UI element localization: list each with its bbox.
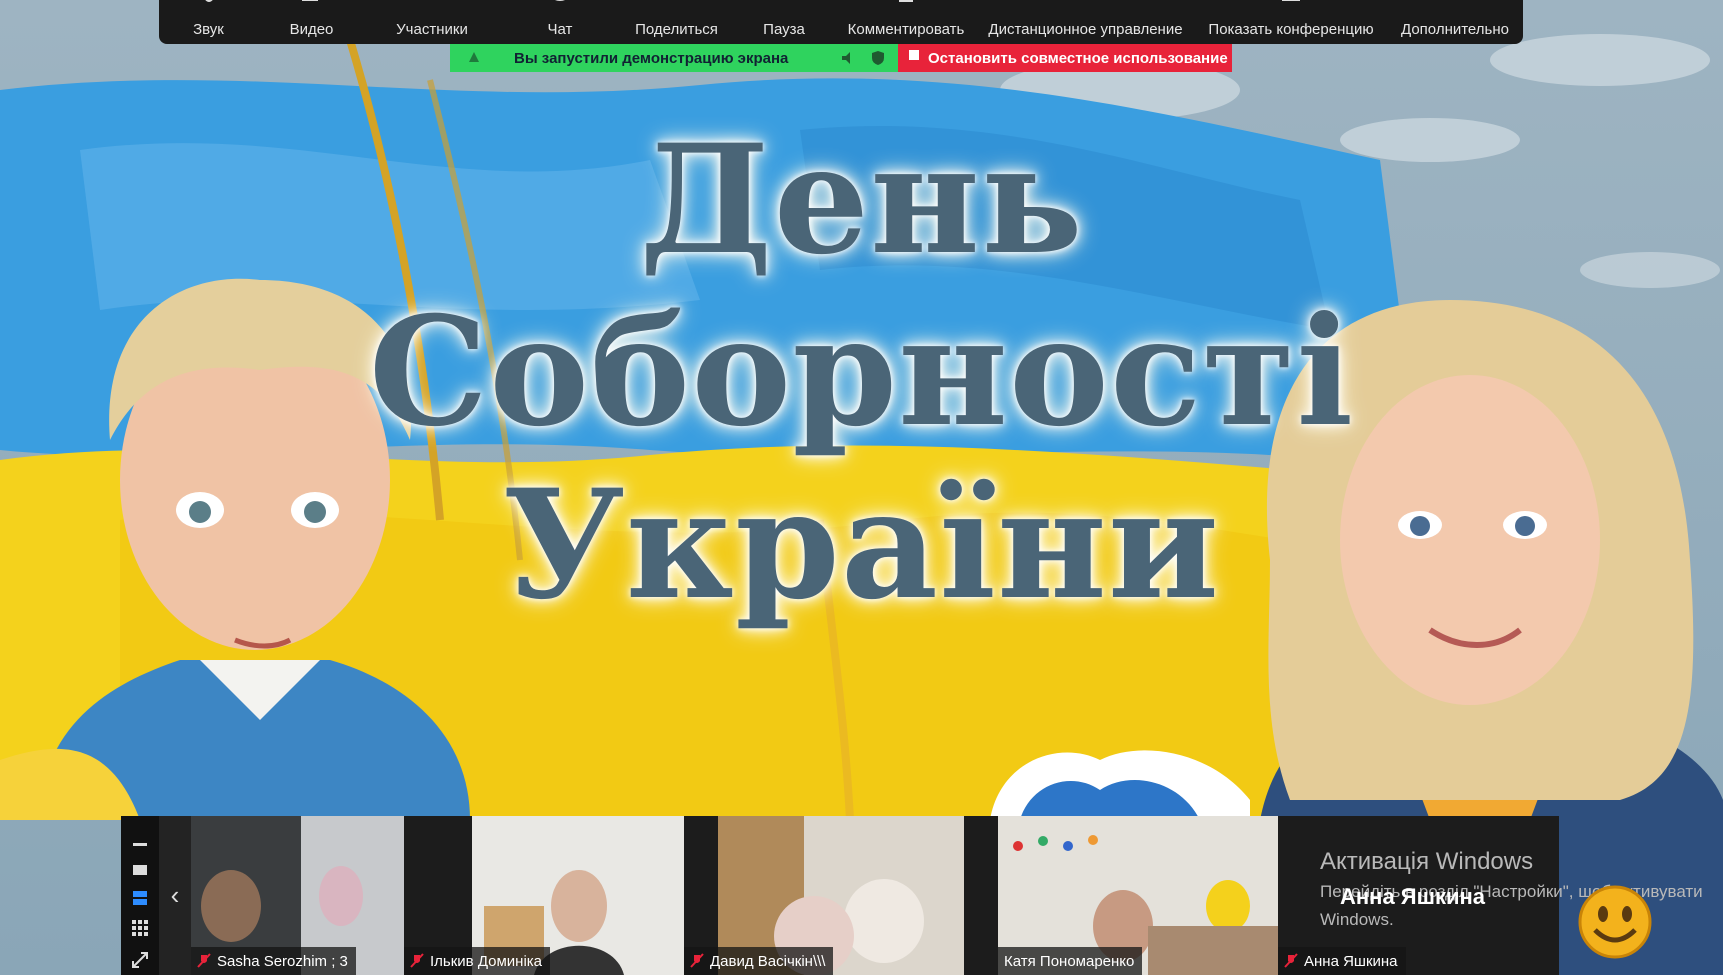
pause-label: Пауза [763, 21, 805, 38]
muted-mic-icon [1284, 953, 1298, 968]
previous-page-button[interactable]: ‹ [159, 816, 191, 975]
annotate-icon [899, 0, 913, 2]
active-speaker-name: Анна Яшкина [1340, 884, 1486, 909]
slide-title-line-2: Соборності [368, 284, 1355, 460]
video-button[interactable]: Видео [258, 0, 365, 44]
audio-button[interactable]: Звук [159, 0, 258, 44]
slide-title-line-3: України [502, 457, 1221, 633]
share-label: Поделиться [635, 21, 718, 38]
participant-name-tag: Анна Яшкина [1278, 947, 1406, 975]
participants-label: Участники [396, 21, 468, 38]
chat-label: Чат [547, 21, 573, 38]
slide-title-line-1: День [639, 112, 1084, 288]
annotate-label: Комментировать [847, 21, 965, 38]
annotate-button[interactable]: Комментировать [836, 0, 976, 44]
remote-control-button[interactable]: Дистанционное управление [976, 0, 1195, 44]
participant-tile[interactable]: Sasha Serozhim ; 3 [191, 816, 404, 975]
share-screen-icon [666, 0, 688, 6]
screen-share-status-bar: Вы запустили демонстрацию экрана [450, 44, 898, 72]
single-video-icon[interactable] [130, 860, 150, 880]
pause-icon [773, 0, 795, 6]
participant-name-tag: Ількив Доминіка [404, 947, 551, 975]
stop-sharing-label: Остановить совместное использование [928, 49, 1228, 67]
security-shield-icon[interactable] [870, 50, 886, 66]
remote-control-label: Дистанционное управление [988, 21, 1183, 38]
windows-activation-title: Активація Windows [1320, 848, 1534, 875]
chat-button[interactable]: Чат [499, 0, 621, 44]
meeting-toolbar: Звук Видео Участники Чат Поделиться Пауз… [159, 0, 1523, 44]
participant-name: Анна Яшкина [1304, 952, 1398, 970]
participant-tile[interactable]: Давид Васічкін\\\ [684, 816, 964, 975]
grid-view-icon[interactable] [130, 918, 150, 938]
show-meeting-button[interactable]: Показать конференцию [1195, 0, 1387, 44]
more-button[interactable]: Дополнительно [1387, 0, 1523, 44]
strip-view-icon[interactable] [130, 888, 150, 908]
more-label: Дополнительно [1401, 21, 1509, 38]
drag-handle-icon[interactable] [466, 50, 482, 66]
muted-mic-icon [410, 953, 424, 968]
muted-mic-icon [690, 953, 704, 968]
share-button[interactable]: Поделиться [621, 0, 732, 44]
participant-name-tag: Sasha Serozhim ; 3 [191, 947, 356, 975]
participant-tile[interactable]: Ількив Доминіка [404, 816, 684, 975]
audio-label: Звук [193, 21, 224, 38]
participants-button[interactable]: Участники [365, 0, 499, 44]
microphone-icon [204, 0, 213, 2]
participant-tile[interactable]: Катя Пономаренко [998, 816, 1278, 975]
video-camera-icon [301, 0, 318, 1]
screen-share-status-text: Вы запустили демонстрацию экрана [514, 49, 789, 67]
video-label: Видео [289, 21, 334, 38]
participant-name: Давид Васічкін\\\ [710, 952, 826, 970]
stop-square-icon [909, 50, 919, 60]
participant-name-tag: Давид Васічкін\\\ [684, 947, 834, 975]
show-meeting-label: Показать конференцию [1208, 21, 1374, 38]
chat-icon [555, 0, 565, 1]
remote-control-icon [1075, 0, 1097, 6]
show-meeting-icon [1282, 0, 1300, 1]
minimize-icon[interactable] [130, 834, 150, 854]
participants-icon [421, 0, 443, 6]
speaker-icon[interactable] [840, 50, 856, 66]
muted-mic-icon [197, 953, 211, 968]
participant-name: Катя Пономаренко [1004, 952, 1135, 970]
participant-name: Ількив Доминіка [430, 952, 543, 970]
participant-name: Sasha Serozhim ; 3 [217, 952, 348, 970]
participant-name-tag: Катя Пономаренко [998, 947, 1143, 975]
more-icon [1444, 0, 1466, 6]
reaction-emoji-icon[interactable] [1577, 884, 1653, 960]
stop-sharing-button[interactable]: Остановить совместное использование [898, 44, 1232, 72]
pause-button[interactable]: Пауза [732, 0, 836, 44]
chevron-left-icon: ‹ [170, 880, 180, 910]
fullscreen-icon[interactable] [130, 950, 150, 970]
view-controls [121, 816, 159, 975]
